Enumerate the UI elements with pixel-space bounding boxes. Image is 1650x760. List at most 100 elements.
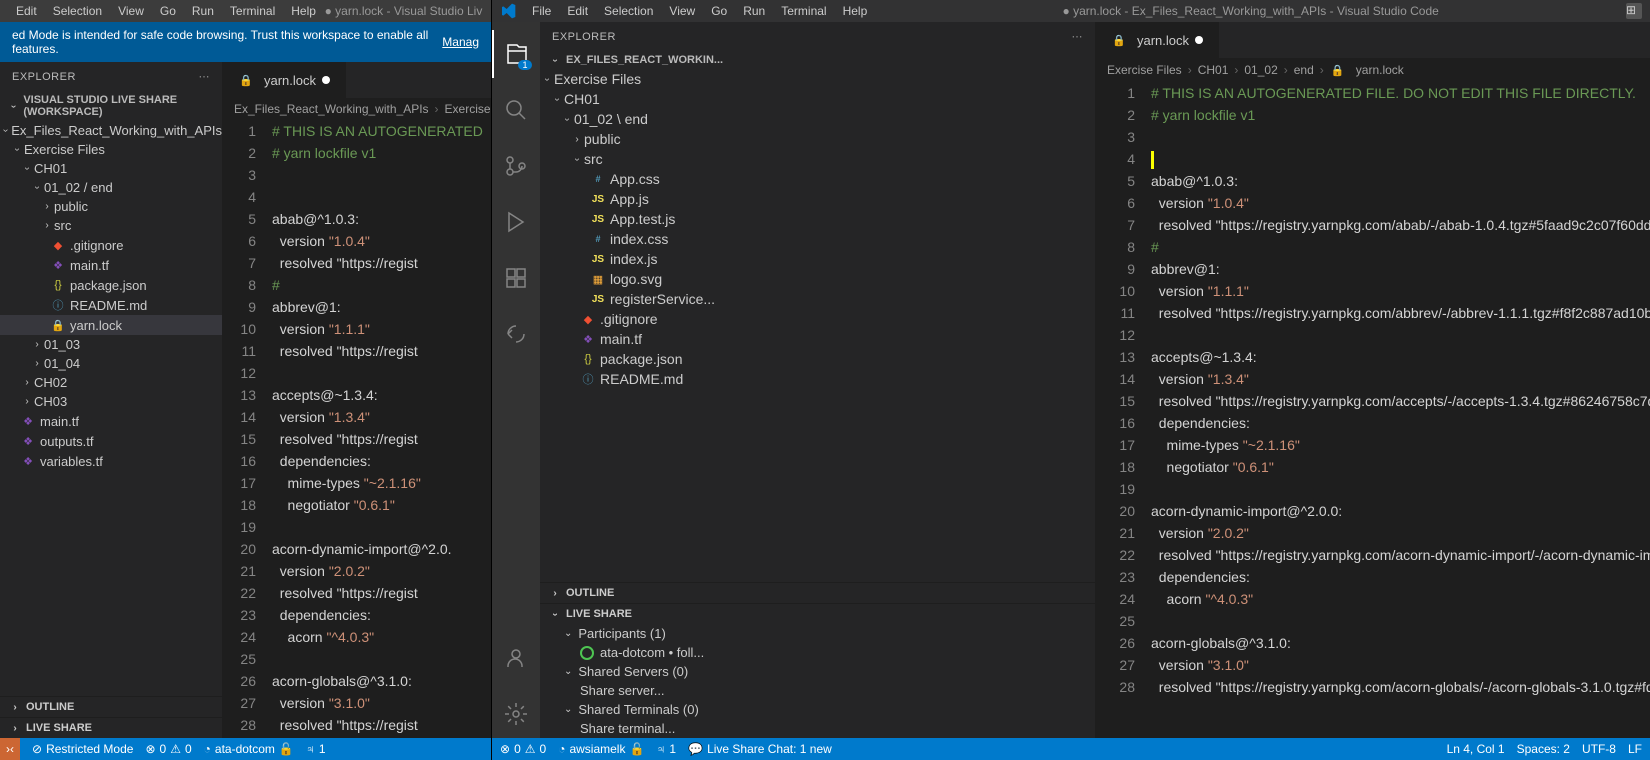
code-editor[interactable]: 1234567891011121314151617181920212223242… bbox=[1095, 82, 1650, 738]
folder-item[interactable]: ›01_02 \ end bbox=[540, 109, 1095, 129]
menu-edit[interactable]: Edit bbox=[559, 4, 596, 18]
folder-item[interactable]: ›Exercise Files bbox=[0, 140, 222, 159]
file-item[interactable]: ◆.gitignore bbox=[0, 235, 222, 255]
share-terminal-action[interactable]: Share terminal... bbox=[540, 719, 1095, 738]
participants-header[interactable]: ⌄ Participants (1) bbox=[540, 624, 1095, 643]
menu-terminal[interactable]: Terminal bbox=[773, 4, 834, 18]
encoding-status[interactable]: UTF-8 bbox=[1582, 742, 1616, 756]
banner-text: ed Mode is intended for safe code browsi… bbox=[12, 28, 442, 56]
folder-item[interactable]: ›Exercise Files bbox=[540, 69, 1095, 89]
cursor-position-status[interactable]: Ln 4, Col 1 bbox=[1447, 742, 1505, 756]
liveshare-section[interactable]: › LIVE SHARE bbox=[0, 717, 222, 738]
file-item[interactable]: #index.css bbox=[540, 229, 1095, 249]
file-item[interactable]: {}package.json bbox=[540, 349, 1095, 369]
menu-selection[interactable]: Selection bbox=[45, 4, 110, 18]
outline-section[interactable]: › OUTLINE bbox=[0, 696, 222, 717]
layout-icon[interactable]: ⊞ bbox=[1626, 3, 1642, 19]
file-item[interactable]: 🔒yarn.lock bbox=[0, 315, 222, 335]
file-item[interactable]: {}package.json bbox=[0, 275, 222, 295]
window-title: ● yarn.lock - Visual Studio Liv bbox=[324, 4, 483, 18]
liveshare-chat-status[interactable]: 💬 Live Share Chat: 1 new bbox=[688, 742, 832, 756]
line-numbers: 1234567891011121314151617181920212223242… bbox=[1095, 82, 1151, 738]
chevron-right-icon: › bbox=[435, 102, 439, 116]
folder-item[interactable]: ›CH03 bbox=[0, 392, 222, 411]
file-item[interactable]: JSApp.test.js bbox=[540, 209, 1095, 229]
errors-status[interactable]: ⊗ 0 ⚠ 0 bbox=[500, 742, 546, 756]
file-item[interactable]: ❖variables.tf bbox=[0, 451, 222, 471]
folder-item[interactable]: ›CH02 bbox=[0, 373, 222, 392]
folder-item[interactable]: ›01_04 bbox=[0, 354, 222, 373]
file-item[interactable]: ❖outputs.tf bbox=[0, 431, 222, 451]
menu-selection[interactable]: Selection bbox=[596, 4, 661, 18]
menu-help[interactable]: Help bbox=[835, 4, 876, 18]
errors-status[interactable]: ⊗ 0 ⚠ 0 bbox=[145, 742, 191, 756]
menu-view[interactable]: View bbox=[661, 4, 703, 18]
menu-terminal[interactable]: Terminal bbox=[222, 4, 283, 18]
outline-section[interactable]: › OUTLINE bbox=[540, 582, 1095, 603]
explorer-more-icon[interactable]: ⋯ bbox=[1072, 30, 1084, 43]
search-activity-icon[interactable] bbox=[492, 86, 540, 134]
restricted-mode-status[interactable]: ⊘ Restricted Mode bbox=[32, 742, 133, 756]
tab-yarnlock[interactable]: 🔒 yarn.lock bbox=[222, 62, 347, 98]
folder-item[interactable]: ›01_03 bbox=[0, 335, 222, 354]
folder-item[interactable]: ›public bbox=[540, 129, 1095, 149]
folder-item[interactable]: ›Ex_Files_React_Working_with_APIs bbox=[0, 121, 222, 140]
extensions-activity-icon[interactable] bbox=[492, 254, 540, 302]
menu-run[interactable]: Run bbox=[184, 4, 222, 18]
unsaved-dot-icon bbox=[322, 76, 330, 84]
file-item[interactable]: #App.css bbox=[540, 169, 1095, 189]
menu-go[interactable]: Go bbox=[152, 4, 184, 18]
restricted-mode-banner: ed Mode is intended for safe code browsi… bbox=[0, 22, 491, 62]
shared-servers-header[interactable]: ⌄ Shared Servers (0) bbox=[540, 662, 1095, 681]
jupyter-status[interactable]: ♃ 1 bbox=[656, 742, 676, 756]
menu-edit[interactable]: Edit bbox=[8, 4, 45, 18]
file-item[interactable]: ❖main.tf bbox=[0, 411, 222, 431]
file-item[interactable]: ❖main.tf bbox=[540, 329, 1095, 349]
workspace-header[interactable]: › VISUAL STUDIO LIVE SHARE (WORKSPACE) bbox=[0, 91, 222, 121]
folder-item[interactable]: ›public bbox=[0, 197, 222, 216]
settings-activity-icon[interactable] bbox=[492, 690, 540, 738]
liveshare-user-status[interactable]: ◔ ata-dotcom 🔓 bbox=[204, 742, 294, 756]
shared-terminals-header[interactable]: ⌄ Shared Terminals (0) bbox=[540, 700, 1095, 719]
file-item[interactable]: ▦logo.svg bbox=[540, 269, 1095, 289]
workspace-header[interactable]: › EX_FILES_REACT_WORKIN... bbox=[540, 51, 1095, 69]
run-debug-activity-icon[interactable] bbox=[492, 198, 540, 246]
share-activity-icon[interactable] bbox=[492, 310, 540, 358]
file-item[interactable]: ⓘREADME.md bbox=[0, 295, 222, 315]
folder-item[interactable]: ›CH01 bbox=[0, 159, 222, 178]
remote-indicator[interactable]: ›‹ bbox=[0, 738, 20, 760]
folder-item[interactable]: ›src bbox=[540, 149, 1095, 169]
menu-help[interactable]: Help bbox=[283, 4, 324, 18]
file-item[interactable]: JSindex.js bbox=[540, 249, 1095, 269]
participant-item[interactable]: ata-dotcom • foll... bbox=[540, 643, 1095, 662]
folder-item[interactable]: ›CH01 bbox=[540, 89, 1095, 109]
folder-item[interactable]: ›01_02 / end bbox=[0, 178, 222, 197]
explorer-activity-icon[interactable]: 1 bbox=[492, 30, 540, 78]
code-content[interactable]: # THIS IS AN AUTOGENERATED# yarn lockfil… bbox=[272, 120, 491, 738]
file-item[interactable]: JSregisterService... bbox=[540, 289, 1095, 309]
aws-status[interactable]: ◔ awsiamelk 🔓 bbox=[558, 742, 644, 756]
explorer-more-icon[interactable]: ⋯ bbox=[199, 70, 211, 83]
breadcrumbs[interactable]: Exercise Files › CH01 › 01_02 › end › 🔒 … bbox=[1095, 58, 1650, 82]
share-server-action[interactable]: Share server... bbox=[540, 681, 1095, 700]
menu-go[interactable]: Go bbox=[703, 4, 735, 18]
file-item[interactable]: ◆.gitignore bbox=[540, 309, 1095, 329]
menu-run[interactable]: Run bbox=[735, 4, 773, 18]
file-item[interactable]: ⓘREADME.md bbox=[540, 369, 1095, 389]
banner-manage-link[interactable]: Manag bbox=[442, 35, 479, 49]
spaces-status[interactable]: Spaces: 2 bbox=[1517, 742, 1570, 756]
file-item[interactable]: JSApp.js bbox=[540, 189, 1095, 209]
source-control-activity-icon[interactable] bbox=[492, 142, 540, 190]
file-item[interactable]: ❖main.tf bbox=[0, 255, 222, 275]
code-content[interactable]: # THIS IS AN AUTOGENERATED FILE. DO NOT … bbox=[1151, 82, 1650, 738]
jupyter-status[interactable]: ♃ 1 bbox=[306, 742, 326, 756]
eol-status[interactable]: LF bbox=[1628, 742, 1642, 756]
tab-yarnlock[interactable]: 🔒 yarn.lock bbox=[1095, 22, 1220, 58]
breadcrumbs[interactable]: Ex_Files_React_Working_with_APIs › Exerc… bbox=[222, 98, 491, 120]
folder-item[interactable]: ›src bbox=[0, 216, 222, 235]
menu-view[interactable]: View bbox=[110, 4, 152, 18]
menu-file[interactable]: File bbox=[524, 4, 559, 18]
liveshare-section[interactable]: › LIVE SHARE bbox=[540, 603, 1095, 624]
code-editor[interactable]: 1234567891011121314151617181920212223242… bbox=[222, 120, 491, 738]
account-activity-icon[interactable] bbox=[492, 634, 540, 682]
